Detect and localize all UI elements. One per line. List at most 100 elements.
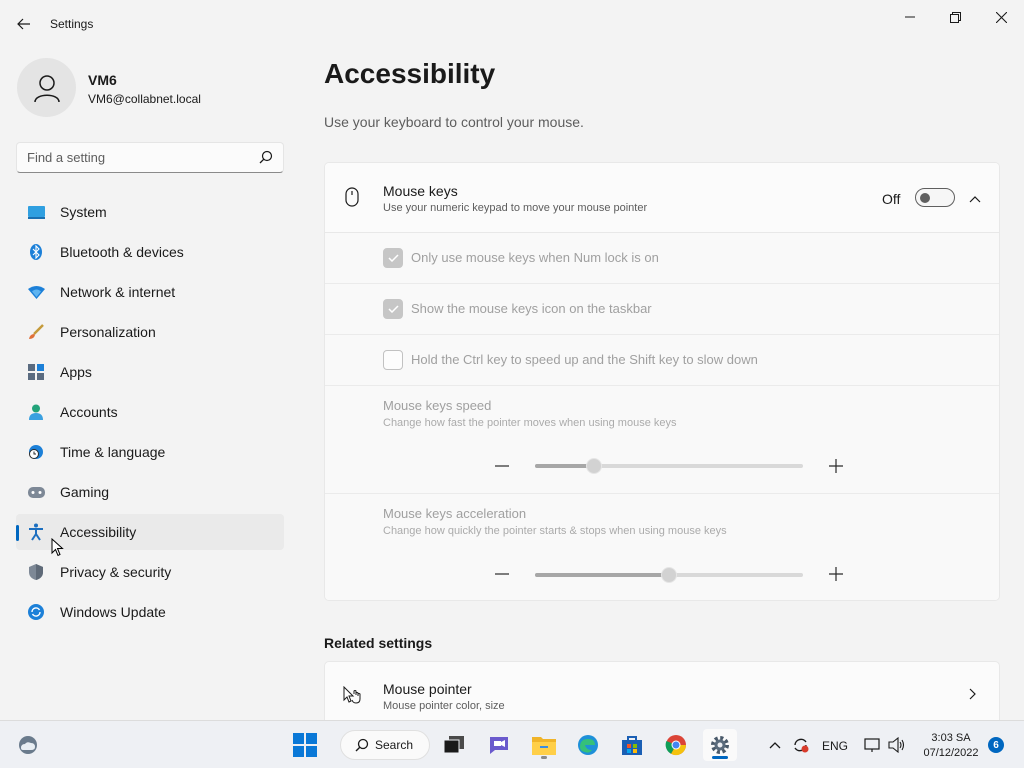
acceleration-increase-button[interactable]: [829, 567, 843, 581]
acceleration-slider[interactable]: [535, 567, 803, 583]
speed-description: Change how fast the pointer moves when u…: [383, 417, 677, 429]
teams-chat-button[interactable]: [482, 729, 516, 761]
search-box[interactable]: [16, 142, 284, 173]
sidebar-item-personalization[interactable]: Personalization: [16, 314, 284, 350]
back-button[interactable]: [10, 10, 38, 38]
chevron-up-icon: [969, 195, 981, 202]
page-title: Accessibility: [324, 58, 496, 89]
slider-thumb[interactable]: [585, 458, 602, 474]
slider-thumb[interactable]: [661, 567, 677, 583]
file-explorer-button[interactable]: [527, 729, 561, 761]
taskbar-icon-checkbox[interactable]: [383, 299, 403, 319]
weather-icon: [19, 736, 37, 754]
pointer-hand-icon: [343, 686, 361, 704]
globe-clock-icon: [27, 443, 45, 461]
edge-button[interactable]: [571, 729, 605, 761]
sidebar-item-network[interactable]: Network & internet: [16, 274, 284, 310]
sidebar-item-label: Windows Update: [60, 604, 166, 620]
sidebar-item-label: Accounts: [60, 404, 118, 420]
speed-title: Mouse keys speed: [383, 398, 492, 413]
settings-app-button[interactable]: [703, 729, 737, 761]
sidebar-item-label: Bluetooth & devices: [60, 244, 184, 260]
clock-time: 3:03 SA: [931, 732, 971, 744]
profile-email: VM6@collabnet.local: [88, 92, 201, 106]
option-row: Only use mouse keys when Num lock is on: [325, 233, 999, 284]
mouse-keys-header[interactable]: Mouse keys Use your numeric keypad to mo…: [325, 163, 999, 233]
start-button[interactable]: [288, 729, 322, 761]
slider-fill: [535, 573, 669, 577]
sidebar-item-label: Privacy & security: [60, 564, 172, 580]
sidebar-item-gaming[interactable]: Gaming: [16, 474, 284, 510]
store-icon: [622, 736, 642, 755]
taskbar-search[interactable]: Search: [340, 730, 430, 760]
acceleration-slider-row: Mouse keys acceleration Change how quick…: [325, 494, 999, 600]
active-app-indicator: [712, 756, 728, 759]
shield-icon: [27, 563, 45, 581]
sidebar-item-time-language[interactable]: Time & language: [16, 434, 284, 470]
sidebar-item-label: Accessibility: [60, 524, 137, 540]
toggle-state-label: Off: [882, 191, 901, 207]
widgets-button[interactable]: [11, 729, 45, 761]
folder-icon: [532, 737, 556, 755]
windows-logo-icon: [293, 733, 317, 757]
profile-name: VM6: [88, 72, 117, 88]
numlock-checkbox[interactable]: [383, 248, 403, 268]
minimize-button[interactable]: [890, 6, 930, 28]
clock-date: 07/12/2022: [923, 747, 979, 759]
acceleration-decrease-button[interactable]: [495, 567, 509, 581]
brush-icon: [27, 323, 45, 341]
restore-button[interactable]: [935, 6, 975, 28]
mouse-cursor-icon: [51, 538, 64, 557]
toggle-knob: [920, 193, 930, 203]
ctrl-shift-checkbox[interactable]: [383, 350, 403, 370]
speed-decrease-button[interactable]: [495, 459, 509, 473]
page-subtitle: Use your keyboard to control your mouse.: [324, 114, 584, 130]
task-view-button[interactable]: [437, 729, 471, 761]
chrome-button[interactable]: [659, 729, 693, 761]
speaker-icon: [888, 737, 905, 753]
option-label: Only use mouse keys when Num lock is on: [411, 250, 659, 265]
sidebar-item-label: Time & language: [60, 444, 166, 460]
tray-app-button[interactable]: [788, 729, 814, 761]
collapse-button[interactable]: [965, 189, 985, 209]
system-icon: [27, 203, 45, 221]
speed-increase-button[interactable]: [829, 459, 843, 473]
store-button[interactable]: [615, 729, 649, 761]
speed-slider[interactable]: [535, 458, 803, 474]
sidebar-item-label: Personalization: [60, 324, 156, 340]
taskbar-search-label: Search: [375, 738, 414, 752]
minimize-icon: [905, 16, 915, 18]
accessibility-icon: [27, 523, 45, 541]
option-label: Hold the Ctrl key to speed up and the Sh…: [411, 352, 758, 367]
apps-icon: [27, 363, 45, 381]
clock[interactable]: 3:03 SA 07/12/2022: [920, 731, 982, 761]
checkmark-icon: [387, 305, 399, 313]
minus-icon: [495, 573, 509, 575]
mouse-keys-title: Mouse keys: [383, 183, 458, 199]
mouse-pointer-description: Mouse pointer color, size: [383, 700, 505, 712]
gear-icon: [711, 736, 729, 754]
search-input[interactable]: [27, 150, 247, 165]
show-hidden-icons-button[interactable]: [762, 729, 788, 761]
chevron-up-icon: [769, 741, 781, 748]
bluetooth-icon: [27, 243, 45, 261]
language-indicator[interactable]: ENG: [822, 739, 848, 753]
mouse-keys-toggle[interactable]: [915, 188, 955, 207]
sidebar-item-accounts[interactable]: Accounts: [16, 394, 284, 430]
mouse-keys-card: Mouse keys Use your numeric keypad to mo…: [324, 162, 1000, 601]
network-button[interactable]: [860, 729, 886, 761]
avatar[interactable]: [17, 58, 76, 117]
sidebar-item-label: System: [60, 204, 107, 220]
sidebar-item-windows-update[interactable]: Windows Update: [16, 594, 284, 630]
restore-icon: [949, 11, 961, 23]
volume-button[interactable]: [884, 729, 910, 761]
sidebar-item-privacy[interactable]: Privacy & security: [16, 554, 284, 590]
sidebar-item-system[interactable]: System: [16, 194, 284, 230]
mouse-keys-description: Use your numeric keypad to move your mou…: [383, 202, 648, 214]
close-button[interactable]: [981, 6, 1021, 28]
sidebar-item-apps[interactable]: Apps: [16, 354, 284, 390]
notification-badge[interactable]: 6: [988, 737, 1004, 753]
sidebar-item-label: Network & internet: [60, 284, 176, 300]
search-icon[interactable]: [259, 150, 273, 164]
sidebar-item-bluetooth[interactable]: Bluetooth & devices: [16, 234, 284, 270]
